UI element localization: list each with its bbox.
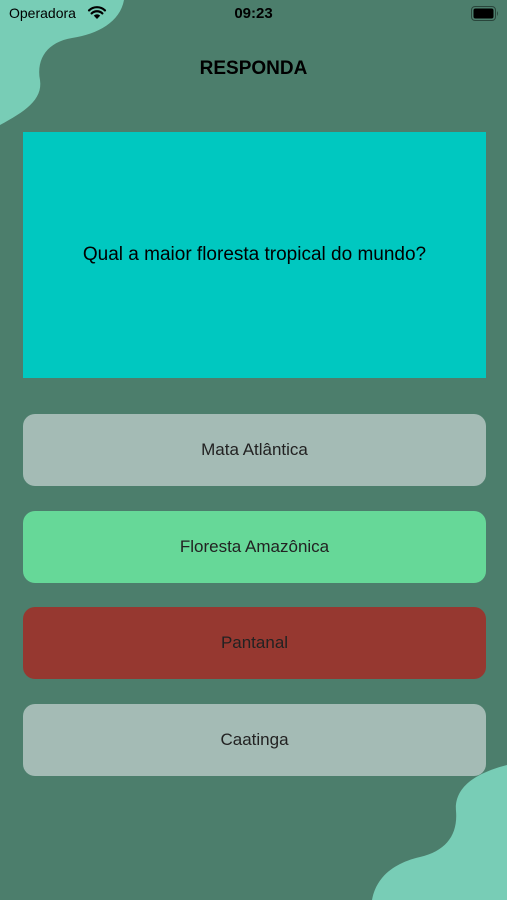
decorative-blob-bottom	[372, 765, 507, 900]
battery-icon	[471, 6, 498, 21]
status-time: 09:23	[234, 5, 273, 22]
question-text: Qual a maior floresta tropical do mundo?	[82, 244, 427, 265]
answer-button-mata-atlantica[interactable]: Mata Atlântica	[23, 414, 486, 486]
answer-button-caatinga[interactable]: Caatinga	[23, 704, 486, 776]
question-card: Qual a maior floresta tropical do mundo?	[23, 132, 486, 378]
page-title: RESPONDA	[199, 58, 308, 79]
answer-button-floresta-amazonica[interactable]: Floresta Amazônica	[23, 511, 486, 583]
answer-button-pantanal[interactable]: Pantanal	[23, 607, 486, 679]
status-bar: Operadora 09:23	[0, 0, 507, 30]
